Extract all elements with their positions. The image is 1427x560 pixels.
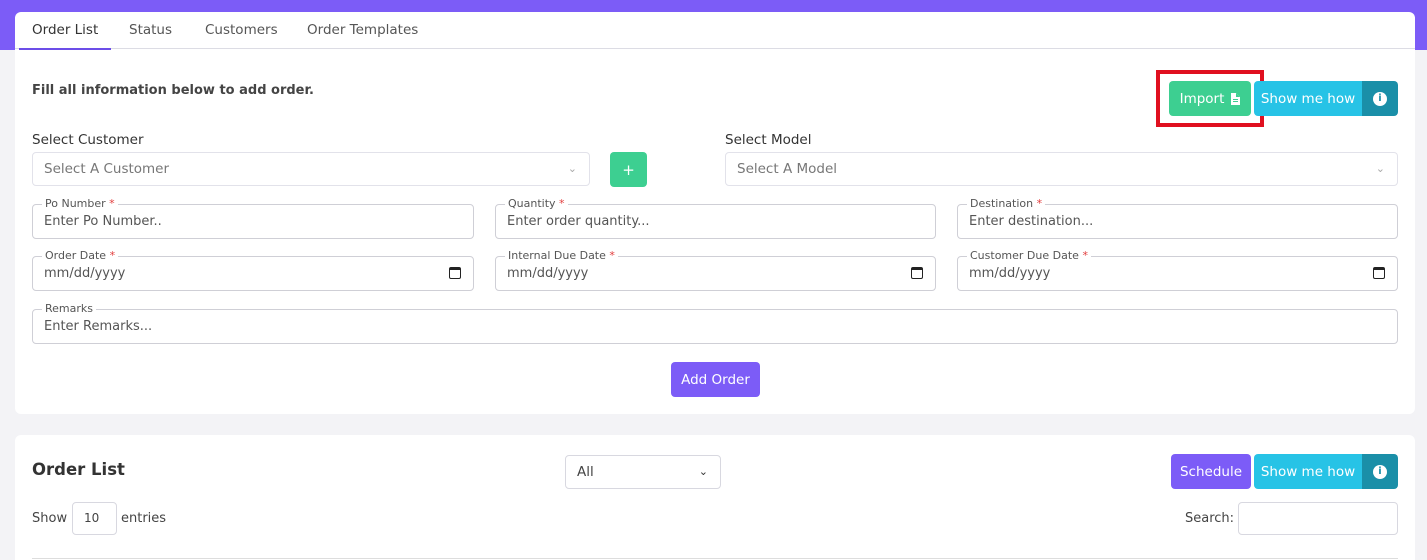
entries-select[interactable]: 10 — [72, 502, 117, 535]
remarks-label: Remarks — [42, 303, 96, 315]
tab-status[interactable]: Status — [129, 12, 172, 49]
status-filter-value: All — [577, 464, 594, 480]
show-label: Show — [32, 511, 68, 526]
customer-due-date-field[interactable]: Customer Due Date * mm/dd/yyyy — [957, 250, 1398, 291]
select-customer-label: Select Customer — [32, 132, 144, 148]
select-model-label: Select Model — [725, 132, 812, 148]
add-order-button[interactable]: Add Order — [671, 362, 760, 397]
tab-order-list[interactable]: Order List — [18, 12, 112, 50]
chevron-down-icon: ⌄ — [1375, 162, 1385, 175]
calendar-icon[interactable] — [1373, 267, 1385, 279]
destination-label: Destination * — [967, 198, 1046, 210]
customer-due-date-value: mm/dd/yyyy — [969, 266, 1051, 281]
status-filter-select[interactable]: All ⌄ — [565, 455, 721, 489]
tab-customers[interactable]: Customers — [205, 12, 278, 49]
calendar-icon[interactable] — [911, 267, 923, 279]
customer-select-value: Select A Customer — [44, 161, 170, 177]
info-icon: i — [1373, 464, 1387, 479]
list-show-me-how-button[interactable]: Show me how — [1254, 454, 1362, 489]
quantity-field[interactable]: Quantity * Enter order quantity... — [495, 198, 936, 239]
add-customer-button[interactable]: + — [610, 152, 647, 187]
order-date-label: Order Date * — [42, 250, 119, 262]
order-date-value: mm/dd/yyyy — [44, 266, 126, 281]
internal-due-date-field[interactable]: Internal Due Date * mm/dd/yyyy — [495, 250, 936, 291]
quantity-label: Quantity * — [505, 198, 568, 210]
remarks-field[interactable]: Remarks Enter Remarks... — [32, 303, 1398, 344]
order-date-field[interactable]: Order Date * mm/dd/yyyy — [32, 250, 474, 291]
form-instructions: Fill all information below to add order. — [32, 83, 314, 98]
destination-placeholder: Enter destination... — [969, 214, 1094, 229]
entries-label: entries — [121, 511, 167, 526]
customer-select[interactable]: Select A Customer ⌄ — [32, 152, 590, 186]
info-icon: i — [1373, 91, 1387, 106]
calendar-icon[interactable] — [449, 267, 461, 279]
remarks-placeholder: Enter Remarks... — [44, 319, 153, 334]
chevron-down-icon: ⌄ — [698, 465, 708, 478]
destination-field[interactable]: Destination * Enter destination... — [957, 198, 1398, 239]
add-order-card: Order List Status Customers Order Templa… — [15, 12, 1415, 414]
search-input[interactable] — [1238, 502, 1398, 535]
chevron-down-icon: ⌄ — [567, 162, 577, 175]
order-list-title: Order List — [32, 460, 125, 479]
tab-order-templates[interactable]: Order Templates — [307, 12, 418, 49]
file-icon — [1231, 92, 1241, 105]
search-label: Search: — [1185, 511, 1235, 526]
import-button[interactable]: Import — [1169, 81, 1251, 116]
show-me-how-button[interactable]: Show me how — [1254, 81, 1362, 116]
po-number-placeholder: Enter Po Number.. — [44, 214, 162, 229]
schedule-button[interactable]: Schedule — [1171, 454, 1251, 489]
po-number-label: Po Number * — [42, 198, 118, 210]
internal-due-date-value: mm/dd/yyyy — [507, 266, 589, 281]
import-label: Import — [1179, 90, 1225, 107]
table-divider — [32, 558, 1398, 559]
info-button[interactable]: i — [1362, 81, 1398, 116]
order-list-card: Order List All ⌄ Schedule Show me how i … — [15, 435, 1415, 560]
po-number-field[interactable]: Po Number * Enter Po Number.. — [32, 198, 474, 239]
model-select[interactable]: Select A Model ⌄ — [725, 152, 1398, 186]
list-info-button[interactable]: i — [1362, 454, 1398, 489]
plus-icon: + — [622, 160, 635, 179]
internal-due-date-label: Internal Due Date * — [505, 250, 618, 262]
customer-due-date-label: Customer Due Date * — [967, 250, 1091, 262]
quantity-placeholder: Enter order quantity... — [507, 214, 650, 229]
model-select-value: Select A Model — [737, 161, 837, 177]
tab-bar: Order List Status Customers Order Templa… — [15, 12, 1415, 50]
